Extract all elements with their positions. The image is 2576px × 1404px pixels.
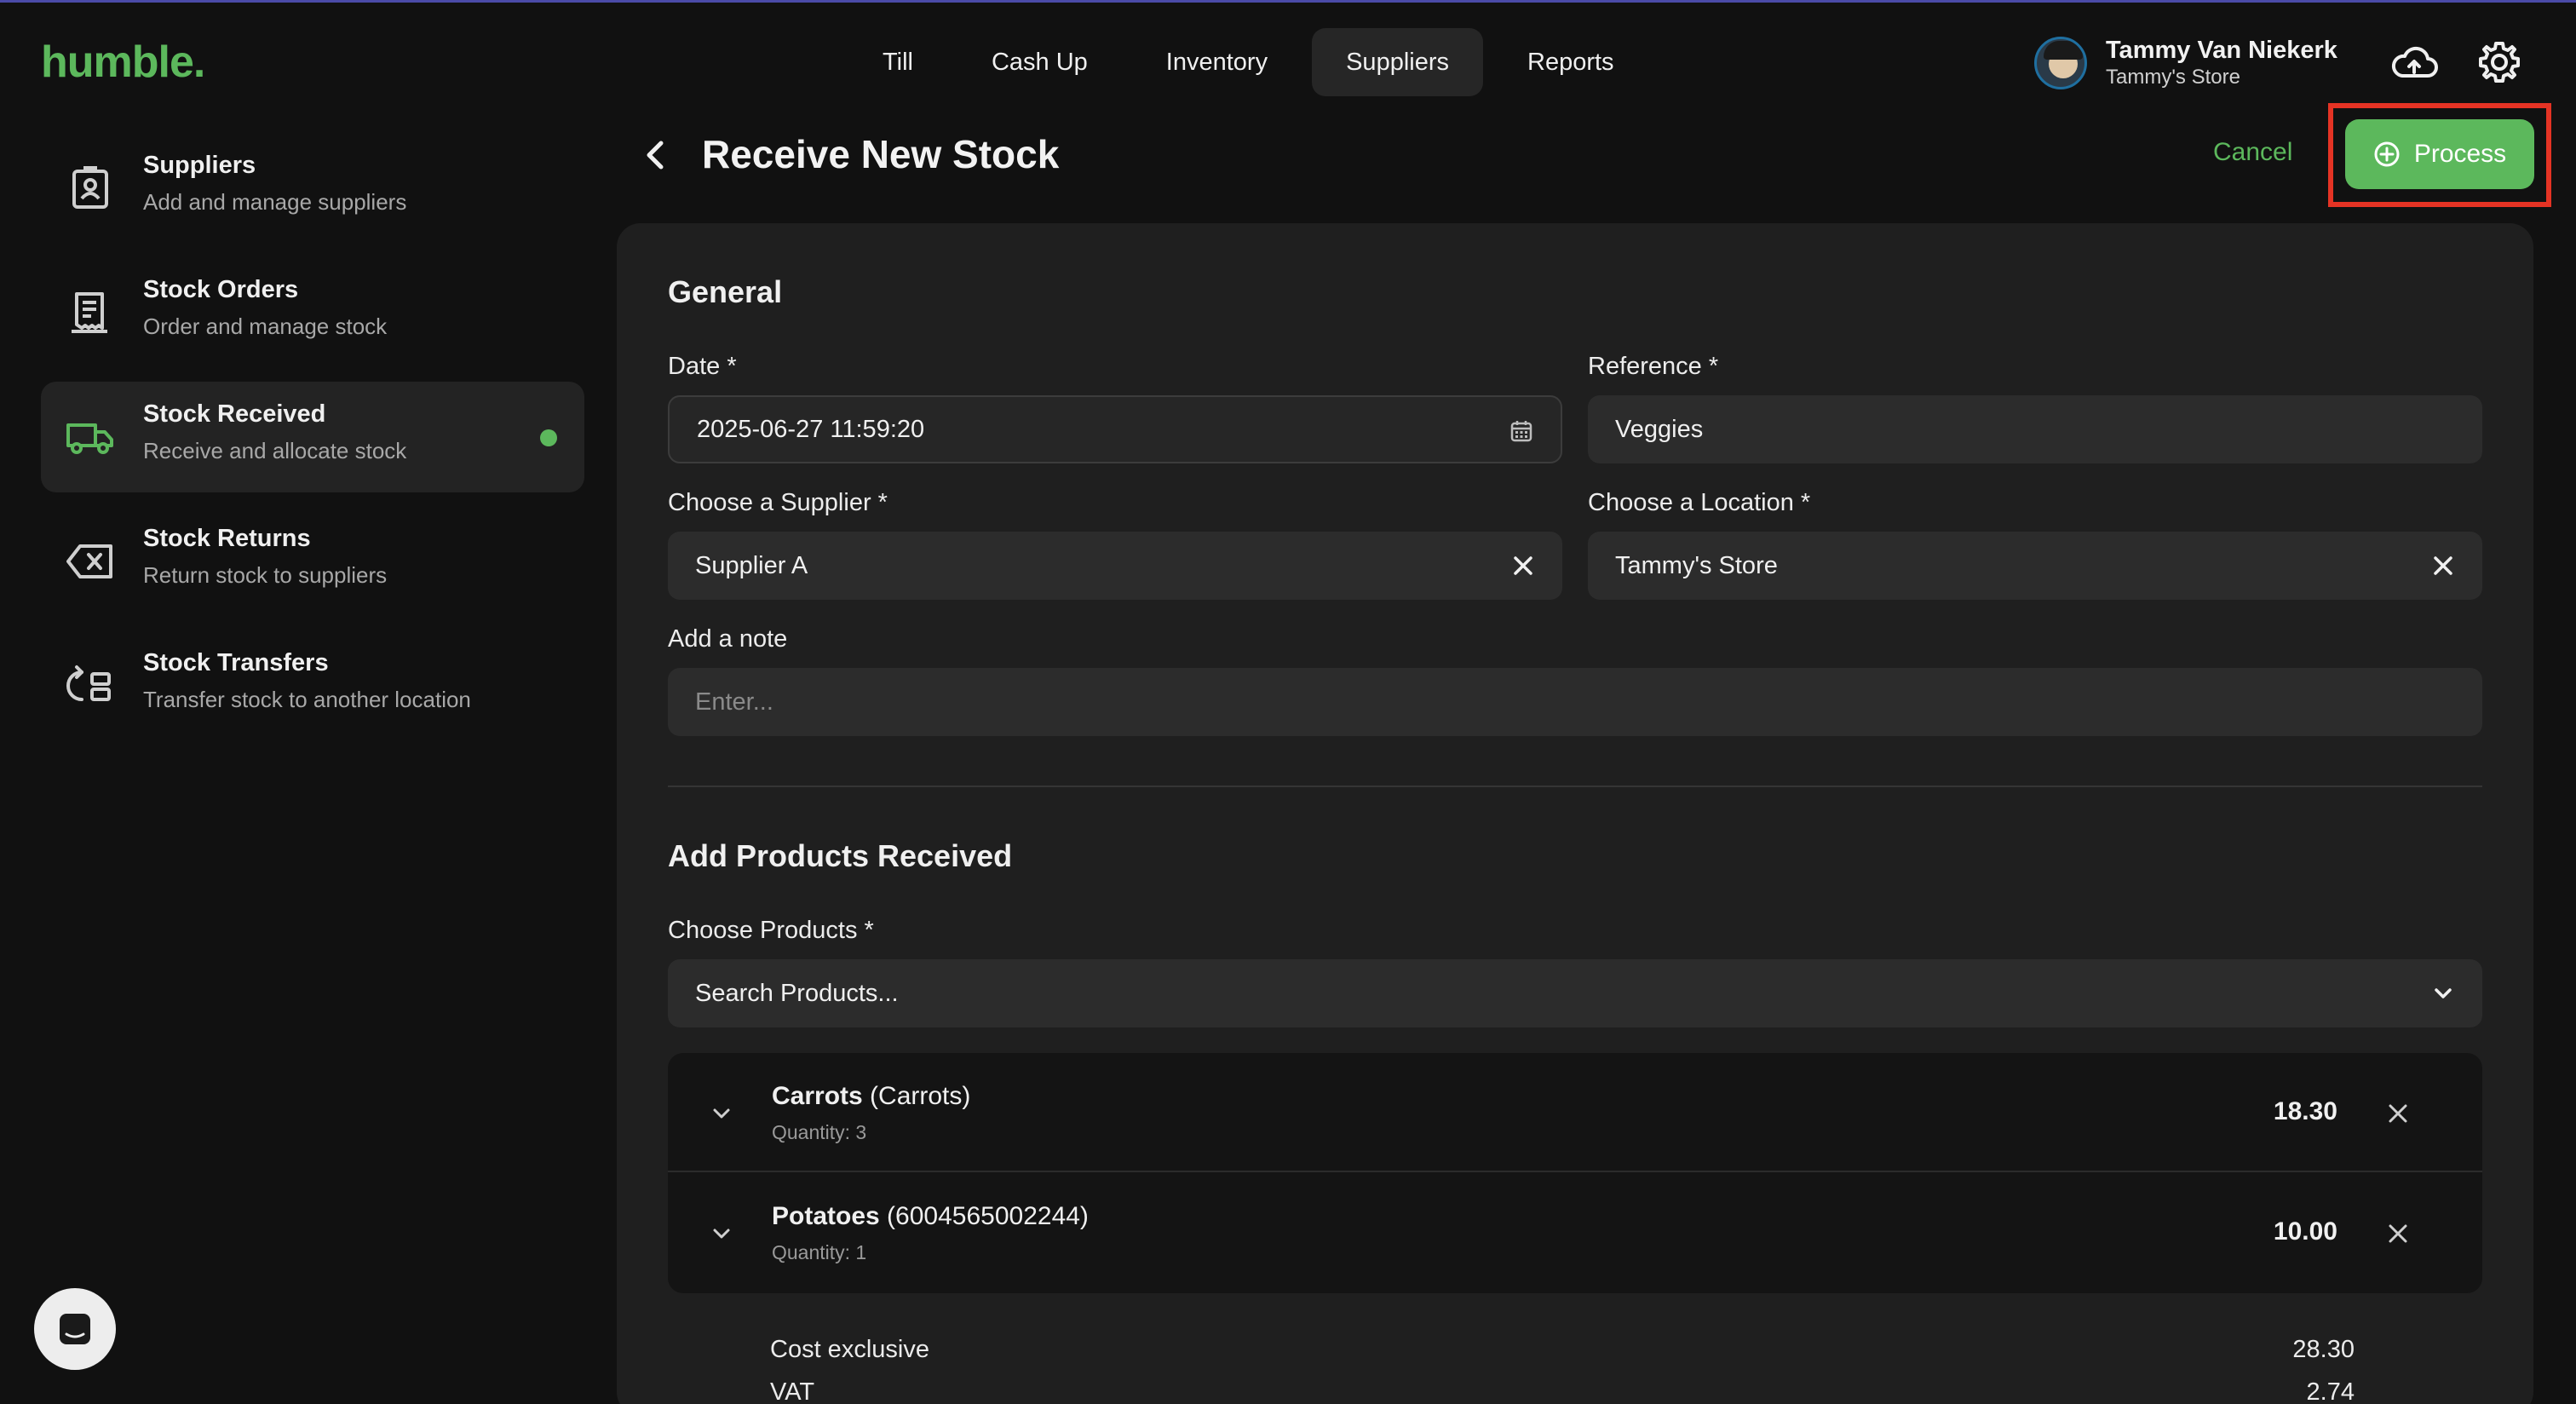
product-quantity: Quantity: 1	[772, 1241, 867, 1263]
sidebar-item-stock-orders[interactable]: Stock Orders Order and manage stock	[41, 257, 584, 368]
remove-product-icon[interactable]	[2383, 1099, 2412, 1128]
product-name: Potatoes (6004565002244)	[772, 1202, 1089, 1231]
expand-chevron-icon[interactable]	[709, 1101, 734, 1126]
product-name: Carrots (Carrots)	[772, 1082, 970, 1111]
cost-exclusive-label: Cost exclusive	[770, 1336, 929, 1363]
avatar	[2034, 37, 2087, 89]
sidebar-item-suppliers[interactable]: Suppliers Add and manage suppliers	[41, 133, 584, 244]
cancel-button[interactable]: Cancel	[2213, 138, 2292, 167]
products-section-title: Add Products Received	[668, 838, 1013, 873]
top-bar: humble. Till Cash Up Inventory Suppliers…	[0, 3, 2576, 122]
chat-icon	[60, 1314, 90, 1344]
expand-chevron-icon[interactable]	[709, 1221, 734, 1246]
page-title: Receive New Stock	[702, 132, 1060, 176]
nav-tab-till[interactable]: Till	[848, 28, 947, 96]
clear-supplier-icon[interactable]	[1509, 552, 1537, 579]
sidebar-item-stock-returns[interactable]: Stock Returns Return stock to suppliers	[41, 506, 584, 617]
sidebar-item-subtitle: Receive and allocate stock	[143, 438, 407, 463]
return-icon	[66, 544, 112, 578]
chevron-left-icon[interactable]	[637, 136, 675, 174]
product-title: Potatoes	[772, 1202, 880, 1230]
cost-exclusive-value: 28.30	[2292, 1336, 2355, 1363]
calendar-icon[interactable]	[1508, 417, 1535, 445]
humble-logo[interactable]: humble.	[41, 37, 205, 88]
supplier-label: Choose a Supplier *	[668, 489, 888, 516]
cloud-upload-icon[interactable]	[2389, 38, 2440, 89]
note-placeholder: Enter...	[695, 688, 773, 716]
date-value: 2025-06-27 11:59:20	[697, 415, 925, 443]
product-title: Carrots	[772, 1082, 863, 1110]
product-row[interactable]: Potatoes (6004565002244) Quantity: 1 10.…	[668, 1173, 2482, 1292]
supplier-contact-icon	[72, 166, 108, 209]
sidebar-item-stock-received[interactable]: Stock Received Receive and allocate stoc…	[41, 382, 584, 492]
received-product-list: Carrots (Carrots) Quantity: 3 18.30 Pota…	[668, 1053, 2482, 1293]
date-field[interactable]: 2025-06-27 11:59:20	[668, 395, 1562, 463]
sidebar-item-title: Stock Orders	[143, 276, 299, 303]
remove-product-icon[interactable]	[2383, 1219, 2412, 1248]
sidebar-item-subtitle: Return stock to suppliers	[143, 562, 388, 588]
date-label: Date *	[668, 353, 737, 380]
sidebar-item-title: Stock Received	[143, 400, 326, 428]
supplier-value: Supplier A	[695, 551, 808, 579]
page-header: Receive New Stock Cancel Process	[630, 119, 2547, 196]
active-indicator-dot	[540, 429, 557, 446]
product-code: (6004565002244)	[887, 1202, 1089, 1230]
reference-value: Veggies	[1615, 415, 1704, 443]
product-search-placeholder: Search Products...	[695, 979, 899, 1007]
product-quantity: Quantity: 3	[772, 1121, 867, 1143]
transfer-icon	[66, 665, 111, 701]
user-name: Tammy Van Niekerk	[2106, 37, 2337, 64]
sidebar-item-subtitle: Transfer stock to another location	[143, 687, 471, 712]
sidebar-item-title: Stock Returns	[143, 525, 311, 552]
reference-label: Reference *	[1588, 353, 1719, 380]
note-input[interactable]: Enter...	[668, 668, 2482, 736]
sidebar-item-stock-transfers[interactable]: Stock Transfers Transfer stock to anothe…	[41, 630, 584, 741]
nav-tab-suppliers[interactable]: Suppliers	[1312, 28, 1483, 96]
location-select[interactable]: Tammy's Store	[1588, 532, 2482, 600]
product-price: 18.30	[2273, 1097, 2337, 1125]
general-section-title: General	[668, 274, 783, 309]
supplier-select[interactable]: Supplier A	[668, 532, 1562, 600]
section-divider	[668, 785, 2482, 787]
process-button-highlight	[2328, 103, 2551, 207]
note-label: Add a note	[668, 625, 788, 653]
gear-icon[interactable]	[2475, 38, 2523, 86]
user-text: Tammy Van Niekerk Tammy's Store	[2106, 36, 2337, 90]
nav-tab-inventory[interactable]: Inventory	[1132, 28, 1302, 96]
vat-label: VAT	[770, 1378, 815, 1404]
choose-products-label: Choose Products *	[668, 917, 874, 944]
nav-tab-reports[interactable]: Reports	[1493, 28, 1648, 96]
sidebar-item-title: Suppliers	[143, 152, 256, 179]
product-price: 10.00	[2273, 1217, 2337, 1246]
product-code: (Carrots)	[870, 1082, 971, 1110]
product-row[interactable]: Carrots (Carrots) Quantity: 3 18.30	[668, 1053, 2482, 1172]
support-chat-button[interactable]	[34, 1288, 116, 1370]
receive-stock-form: General Date * 2025-06-27 11:59:20 Refer…	[617, 223, 2533, 1404]
vat-value: 2.74	[2306, 1378, 2355, 1404]
sidebar-item-subtitle: Add and manage suppliers	[143, 189, 407, 215]
reference-input[interactable]: Veggies	[1588, 395, 2482, 463]
location-value: Tammy's Store	[1615, 551, 1778, 579]
user-store: Tammy's Store	[2106, 66, 2240, 89]
location-label: Choose a Location *	[1588, 489, 1811, 516]
product-search-select[interactable]: Search Products...	[668, 959, 2482, 1027]
clear-location-icon[interactable]	[2429, 552, 2457, 579]
main-nav: Till Cash Up Inventory Suppliers Reports	[848, 28, 1648, 96]
sidebar-item-title: Stock Transfers	[143, 649, 329, 676]
sidebar-item-subtitle: Order and manage stock	[143, 314, 388, 339]
chevron-down-icon[interactable]	[2429, 980, 2457, 1007]
sidebar: Suppliers Add and manage suppliers Stock…	[41, 133, 584, 755]
user-profile[interactable]: Tammy Van Niekerk Tammy's Store	[2034, 33, 2341, 93]
truck-icon	[66, 423, 113, 454]
receipt-icon	[72, 292, 107, 333]
nav-tab-cash-up[interactable]: Cash Up	[957, 28, 1122, 96]
